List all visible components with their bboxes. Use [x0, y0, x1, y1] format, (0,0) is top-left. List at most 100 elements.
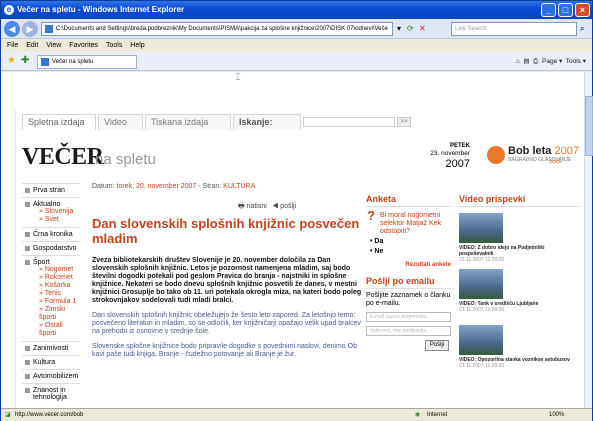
sidebar-item-sport[interactable]: Šport » Nogomet » Rokomet » Košarka » Te… — [22, 255, 80, 341]
article: Datum: torek, 20. november 2007 - Stran:… — [92, 183, 364, 359]
video-thumbnail[interactable] — [459, 269, 503, 299]
sender-name-field[interactable]: Vaše ime, ime pošiljatelja — [366, 326, 451, 336]
menu-edit[interactable]: Edit — [26, 42, 38, 49]
sidebar-sub-kosarka[interactable]: » Košarka — [33, 282, 80, 290]
video-caption[interactable]: VIDEO: Z dobro idejo na Podjetniški posp… — [459, 245, 579, 257]
minimize-button[interactable]: _ — [541, 3, 556, 17]
vertical-scrollbar[interactable] — [584, 72, 593, 408]
email-box: Pošlji po emailu Pošljite zaznamek o čla… — [366, 276, 451, 351]
date-weekday: PETEK — [449, 143, 470, 149]
article-section-link[interactable]: KULTURA — [223, 183, 255, 190]
site-search-button[interactable]: >> — [397, 117, 411, 127]
sidebar-item-aktualno[interactable]: Aktualno » Slovenija » Svet — [22, 197, 80, 227]
vecer-logo[interactable]: VEČER — [22, 144, 104, 171]
web-page: ⌶ Spletna izdaja Video Tiskana izdaja Is… — [1, 72, 584, 408]
article-paragraph: Slovenske splošne knjižnice bodo priprav… — [92, 343, 357, 358]
menu-file[interactable]: File — [7, 42, 18, 49]
menu-help[interactable]: Help — [130, 42, 144, 49]
home-icon[interactable]: ⌂ — [516, 58, 520, 65]
print-icon[interactable]: 🖶 — [238, 203, 245, 210]
refresh-icon[interactable]: ⟳ — [407, 23, 414, 35]
print-icon[interactable]: ⎙ — [533, 58, 538, 65]
browser-window: e Večer na spletu - Windows Internet Exp… — [0, 0, 593, 421]
section-label: - Stran: — [198, 183, 222, 190]
video-item[interactable]: VIDEO: Z dobro idejo na Podjetniški posp… — [459, 213, 579, 263]
tab-bar: ★ ✚ Večer na spletu ⌂ ▤ ⎙ Page ▾ Tools ▾ — [1, 52, 592, 71]
article-date: torek, 20. november 2007 — [116, 183, 197, 190]
back-arrow-icon[interactable]: ◀ — [4, 21, 20, 37]
maximize-button[interactable]: □ — [558, 3, 573, 17]
recipient-email-field[interactable]: E-mail naslov prejemnika — [366, 312, 451, 322]
add-favorite-icon[interactable]: ✚ — [21, 55, 29, 66]
sidebar-sub-zimski-sporti[interactable]: » Zimski športi — [33, 306, 80, 322]
sidebar-item-avtomobilizem[interactable]: Avtomobilizem — [22, 369, 80, 383]
question-mark-icon: ? — [367, 208, 375, 223]
menu-bar: File Edit View Favorites Tools Help — [1, 39, 592, 52]
send-email-button[interactable]: Pošlji — [425, 340, 449, 351]
zoom-level[interactable]: 100% — [549, 409, 564, 421]
menu-tools[interactable]: Tools — [106, 42, 122, 49]
search-input[interactable]: Live Search — [451, 22, 577, 36]
menu-favorites[interactable]: Favorites — [69, 42, 98, 49]
forward-arrow-icon[interactable]: ▶ — [22, 21, 38, 37]
sidebar-sub-ostali-sporti[interactable]: » Ostali športi — [33, 322, 80, 338]
poll-option-ne[interactable]: • Ne — [366, 248, 451, 256]
sidebar-item-kultura[interactable]: Kultura — [22, 355, 80, 369]
bob-leta-sub: NAGRADNO GLASOVANJE — [508, 157, 572, 163]
print-link[interactable]: natisni — [247, 203, 267, 210]
menu-view[interactable]: View — [46, 42, 61, 49]
send-link[interactable]: pošlji — [280, 203, 296, 210]
feeds-icon[interactable]: ▤ — [523, 58, 529, 65]
scrollbar-thumb[interactable] — [585, 96, 593, 156]
address-url: C:\Documents and Settings\breda.podbrezn… — [56, 26, 388, 32]
tab-video[interactable]: Video — [98, 114, 143, 130]
article-lead: Zveza bibliotekarskih društev Slovenije … — [92, 257, 362, 304]
date-day: 23. november — [430, 150, 470, 157]
sidebar-item-prva-stran[interactable]: Prva stran — [22, 183, 80, 197]
window-title: Večer na spletu - Windows Internet Explo… — [17, 5, 185, 14]
video-item[interactable]: VIDEO: Tank v središču Ljubljane 23.11.2… — [459, 269, 579, 319]
poll-results-link[interactable]: Rezultati ankete — [366, 262, 451, 268]
command-bar: ⌂ ▤ ⎙ Page ▾ Tools ▾ — [516, 56, 586, 67]
date-label: Datum: — [92, 183, 115, 190]
video-date: 23.11.2007 11:28:00 — [459, 363, 505, 369]
video-date: 23.11.2007 11:28:00 — [459, 307, 505, 313]
sidebar-item-gospodarstvo[interactable]: Gospodarstvo — [22, 241, 80, 255]
address-bar[interactable]: C:\Documents and Settings\breda.podbrezn… — [41, 22, 393, 36]
address-toolbar: ◀ ▶ C:\Documents and Settings\breda.podb… — [1, 19, 592, 39]
search-icon[interactable]: ⌕ — [580, 23, 584, 35]
video-thumbnail[interactable] — [459, 325, 503, 355]
ie-logo-icon: e — [4, 5, 14, 15]
video-thumbnail[interactable] — [459, 213, 503, 243]
page-menu[interactable]: Page ▾ — [542, 58, 562, 65]
article-tools: 🖶 natisni ◀ pošlji — [238, 202, 364, 213]
sidebar-sub-rokomet[interactable]: » Rokomet — [33, 274, 80, 282]
sidebar-item-crna-kronika[interactable]: Črna kronika — [22, 227, 80, 241]
send-icon[interactable]: ◀ — [273, 203, 279, 210]
tab-spletna-izdaja[interactable]: Spletna izdaja — [22, 114, 96, 130]
sidebar-sub-tenis[interactable]: » Tenis — [33, 290, 80, 298]
sidebar-sub-nogomet[interactable]: » Nogomet — [33, 266, 80, 274]
poll-option-da[interactable]: • Da — [366, 238, 451, 246]
video-item[interactable]: VIDEO: Opozorilna stavka voznikov avtobu… — [459, 325, 579, 375]
sidebar-sub-svet[interactable]: » Svet — [33, 216, 80, 224]
bob-leta-banner[interactable]: Bob leta 2007 NAGRADNO GLASOVANJE >>> — [487, 144, 584, 174]
favorites-star-icon[interactable]: ★ — [7, 55, 16, 66]
internet-globe-icon: ◉ — [415, 412, 421, 418]
stop-icon[interactable]: ✕ — [419, 23, 426, 35]
dropdown-arrow-icon[interactable]: ▾ — [397, 23, 401, 35]
page-icon — [41, 58, 49, 66]
tools-menu[interactable]: Tools ▾ — [566, 58, 586, 65]
site-search-input[interactable] — [303, 117, 395, 127]
article-paragraph: Dan slovenskih splošnih knjižnic obeležu… — [92, 312, 361, 335]
sidebar-sub-formula1[interactable]: » Formula 1 — [33, 298, 80, 306]
sidebar-sub-slovenija[interactable]: » Slovenija — [33, 208, 80, 216]
browser-tab[interactable]: Večer na spletu — [37, 55, 137, 69]
issue-date: PETEK 23. november 2007 — [394, 142, 470, 170]
tab-iskanje: Iskanje: — [233, 114, 301, 130]
mouse-cursor-icon: ⌶ — [235, 72, 241, 82]
tab-tiskana-izdaja[interactable]: Tiskana izdaja — [145, 114, 231, 130]
sidebar-item-zanimivosti[interactable]: Zanimivosti — [22, 341, 80, 355]
sidebar-item-znanost[interactable]: Znanost in tehnologija — [22, 383, 80, 404]
close-button[interactable]: × — [575, 3, 590, 17]
